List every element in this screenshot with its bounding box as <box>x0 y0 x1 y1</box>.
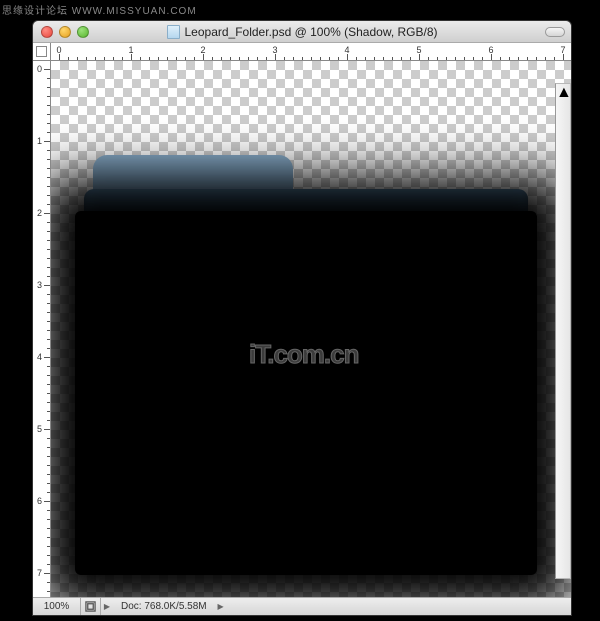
zoom-button[interactable] <box>77 26 89 38</box>
close-button[interactable] <box>41 26 53 38</box>
ruler-v-label: 7 <box>37 568 42 578</box>
ruler-v-label: 2 <box>37 208 42 218</box>
ruler-vertical[interactable]: 0 1 2 3 4 5 6 7 <box>33 61 51 597</box>
status-menu-left-icon[interactable]: ▶ <box>101 602 113 611</box>
minimize-button[interactable] <box>59 26 71 38</box>
ruler-h-label: 4 <box>344 45 349 55</box>
ruler-v-label: 0 <box>37 64 42 74</box>
photoshop-window: Leopard_Folder.psd @ 100% (Shadow, RGB/8… <box>32 20 572 616</box>
canvas[interactable]: iT.com.cn <box>51 61 571 597</box>
ruler-horizontal[interactable]: 0 1 2 3 4 5 6 7 <box>51 43 571 61</box>
external-watermark: 思缘设计论坛 WWW.MISSYUAN.COM <box>2 2 197 17</box>
title-text: Leopard_Folder.psd @ 100% (Shadow, RGB/8… <box>185 25 438 39</box>
document-icon <box>167 25 180 39</box>
ruler-h-label: 6 <box>488 45 493 55</box>
ruler-v-label: 3 <box>37 280 42 290</box>
shadow-layer <box>75 211 537 575</box>
scroll-up-icon[interactable]: ▲ <box>556 84 570 102</box>
window-controls <box>41 26 89 38</box>
ruler-h-label: 1 <box>128 45 133 55</box>
status-menu-right-icon[interactable]: ▶ <box>215 602 227 611</box>
zoom-field[interactable]: 100% <box>33 598 81 615</box>
ruler-h-label: 7 <box>560 45 565 55</box>
toolbar-toggle-button[interactable] <box>545 27 565 37</box>
ruler-v-label: 6 <box>37 496 42 506</box>
ruler-v-label: 4 <box>37 352 42 362</box>
scrollbar-vertical[interactable]: ▲ <box>555 83 571 579</box>
status-preview-icon[interactable] <box>81 598 101 615</box>
document-area: 0 1 2 3 4 5 6 7 0 1 2 3 4 5 6 7 iT.com.cn ▲ <box>33 43 571 597</box>
ruler-h-label: 5 <box>416 45 421 55</box>
ruler-h-label: 2 <box>200 45 205 55</box>
ruler-h-label: 3 <box>272 45 277 55</box>
ruler-h-label: 0 <box>56 45 61 55</box>
status-bar: 100% ▶ Doc: 768.0K/5.58M ▶ <box>33 597 571 615</box>
ruler-v-label: 1 <box>37 136 42 146</box>
artwork: iT.com.cn <box>51 61 571 597</box>
ruler-v-label: 5 <box>37 424 42 434</box>
window-title: Leopard_Folder.psd @ 100% (Shadow, RGB/8… <box>33 25 571 39</box>
titlebar[interactable]: Leopard_Folder.psd @ 100% (Shadow, RGB/8… <box>33 21 571 43</box>
ruler-origin[interactable] <box>33 43 51 61</box>
doc-info[interactable]: Doc: 768.0K/5.58M <box>113 601 215 612</box>
